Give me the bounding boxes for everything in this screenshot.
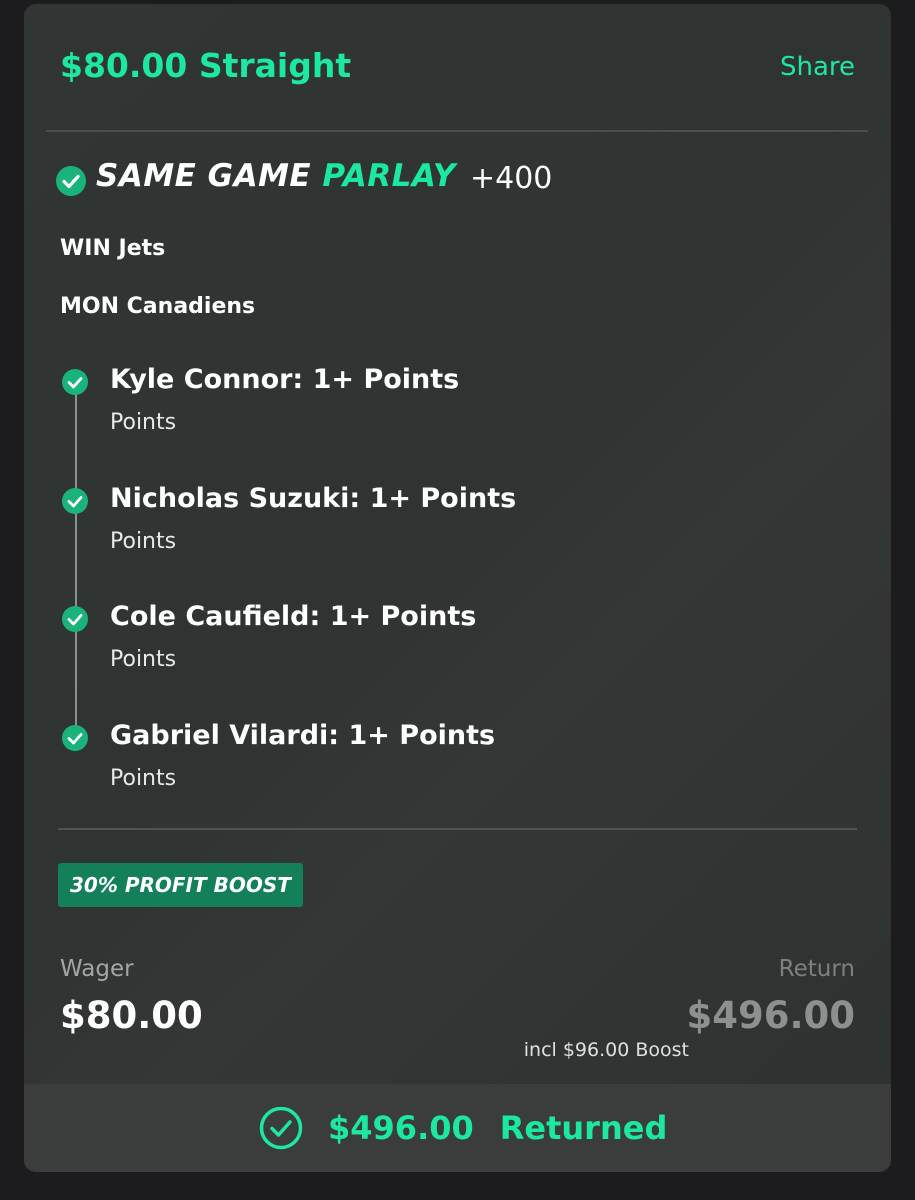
- returned-amount: $496.00: [328, 1109, 474, 1147]
- team-home: MON Canadiens: [60, 294, 256, 319]
- returned-banner-content: $496.00 Returned: [258, 1098, 667, 1158]
- returned-banner: $496.00 Returned: [24, 1084, 891, 1172]
- leg-market: Points: [110, 410, 177, 435]
- wager-label: Wager: [60, 956, 134, 982]
- bet-header: $80.00 Straight Share: [24, 4, 891, 132]
- leg-market: Points: [110, 647, 177, 672]
- check-circle-icon: [62, 369, 88, 395]
- leg-selection: Cole Caufield: 1+ Points: [110, 601, 477, 632]
- profit-boost-badge: 30% PROFIT BOOST: [58, 863, 303, 907]
- leg-selection: Nicholas Suzuki: 1+ Points: [110, 483, 517, 514]
- team-away: WIN Jets: [60, 236, 166, 261]
- leg-market: Points: [110, 766, 177, 791]
- parlay-odds: +400: [470, 161, 553, 196]
- parlay-leg: Cole Caufield: 1+ Points Points: [62, 601, 842, 691]
- leg-selection: Gabriel Vilardi: 1+ Points: [110, 720, 496, 751]
- check-circle-icon: [56, 166, 86, 196]
- check-circle-outline-icon: [258, 1105, 304, 1151]
- check-circle-icon: [62, 488, 88, 514]
- parlay-leg: Nicholas Suzuki: 1+ Points Points: [62, 483, 842, 573]
- parlay-leg: Kyle Connor: 1+ Points Points: [62, 364, 842, 454]
- check-circle-icon: [62, 606, 88, 632]
- parlay-title: SAME GAME PARLAY: [96, 158, 456, 194]
- leg-selection: Kyle Connor: 1+ Points: [110, 364, 460, 395]
- wager-value: $80.00: [60, 994, 203, 1037]
- return-value: $496.00: [686, 994, 855, 1037]
- share-button[interactable]: Share: [780, 52, 855, 82]
- check-circle-icon: [62, 725, 88, 751]
- legs-divider: [58, 828, 857, 830]
- return-label: Return: [778, 956, 855, 982]
- parlay-title-part2: PARLAY: [322, 158, 456, 194]
- leg-market: Points: [110, 529, 177, 554]
- bet-card: $80.00 Straight Share SAME GAME PARLAY +…: [24, 4, 891, 1172]
- boost-note: incl $96.00 Boost: [523, 1039, 689, 1061]
- parlay-title-part1: SAME GAME: [96, 158, 323, 194]
- returned-status: Returned: [499, 1109, 668, 1147]
- parlay-leg: Gabriel Vilardi: 1+ Points Points: [62, 720, 842, 810]
- header-divider: [46, 130, 868, 132]
- bet-title: $80.00 Straight: [60, 46, 352, 85]
